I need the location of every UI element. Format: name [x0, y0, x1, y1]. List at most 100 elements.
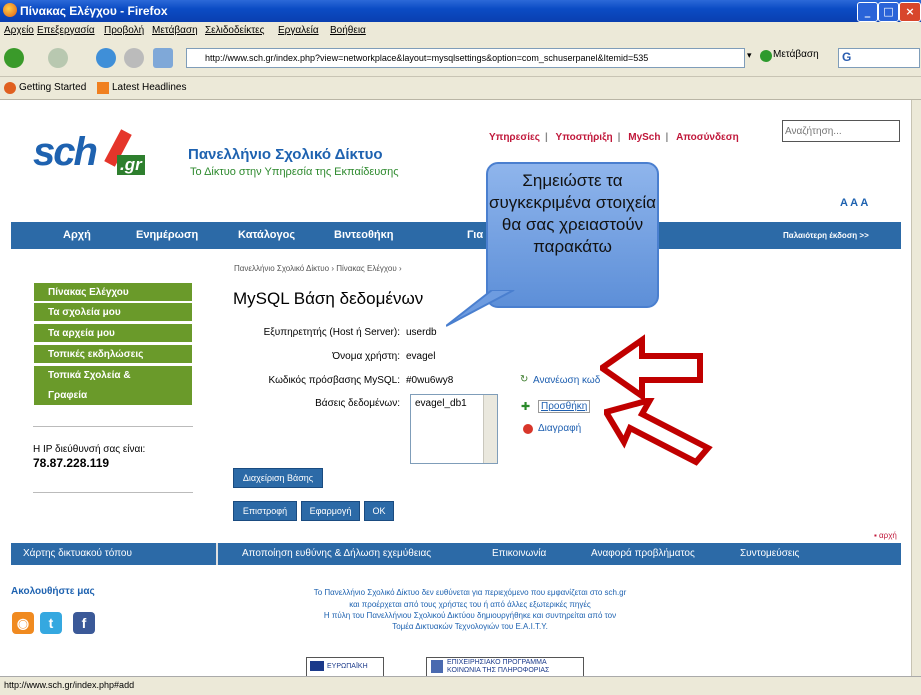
- close-icon[interactable]: ×: [899, 2, 921, 22]
- footer-nav: Χάρτης δικτυακού τόπου Αποποίηση ευθύνης…: [11, 543, 901, 565]
- browser-search-input[interactable]: G: [838, 48, 920, 68]
- forward-icon[interactable]: [48, 48, 68, 68]
- go-icon[interactable]: [760, 50, 772, 62]
- apply-button[interactable]: Εφαρμογή: [301, 501, 360, 521]
- footer-disclaimer-link[interactable]: Αποποίηση ευθύνης & Δήλωση εχεμύθειας: [242, 548, 431, 559]
- bookmark-latest-headlines[interactable]: Latest Headlines: [112, 82, 187, 93]
- window-title: Πίνακας Ελέγχου - Firefox: [20, 4, 168, 18]
- footer-divider: [216, 543, 218, 565]
- top-links: Υπηρεσίες | Υποστήριξη | MySch | Αποσύνδεση: [489, 132, 739, 143]
- menu-go[interactable]: Μετάβαση: [152, 25, 198, 36]
- program-label-1: ΕΠΙΧΕΙΡΗΣΙΑΚΟ ΠΡΟΓΡΑΜΜΑ: [447, 659, 547, 666]
- font-size-controls[interactable]: A A A: [840, 197, 868, 209]
- bookmark-getting-started[interactable]: Getting Started: [19, 82, 86, 93]
- menu-view[interactable]: Προβολή: [104, 25, 144, 36]
- listbox-scrollbar[interactable]: [483, 395, 497, 463]
- databases-label: Βάσεις δεδομένων:: [315, 398, 400, 409]
- menu-bookmarks[interactable]: Σελιδοδείκτες: [205, 25, 264, 36]
- sidebar-item-my-schools[interactable]: Τα σχολεία μου: [34, 303, 192, 322]
- back-button[interactable]: Επιστροφή: [233, 501, 297, 521]
- program-label-2: ΚΟΙΝΩΝΙΑ ΤΗΣ ΠΛΗΡΟΦΟΡΙΑΣ: [447, 667, 550, 674]
- nav-about[interactable]: Για: [467, 229, 483, 241]
- footer-contact-link[interactable]: Επικοινωνία: [492, 548, 546, 559]
- manage-database-button[interactable]: Διαχείριση Βάσης: [233, 468, 323, 488]
- footer-shortcuts-link[interactable]: Συντομεύσεις: [740, 548, 799, 559]
- facebook-icon[interactable]: f: [73, 612, 95, 634]
- minimize-icon[interactable]: _: [857, 2, 878, 22]
- home-icon[interactable]: [153, 48, 173, 68]
- disclaimer-line: και προέρχεται από τους χρήστες του ή απ…: [349, 600, 591, 609]
- reload-icon[interactable]: [96, 48, 116, 68]
- main-navigation: Αρχή Ενημέρωση Κατάλογος Βιντεοθήκη Για …: [11, 222, 901, 249]
- web-page: sch .gr Πανελλήνιο Σχολικό Δίκτυο Το Δίκ…: [0, 100, 911, 676]
- callout-text: Σημειώστε τα συγκεκριμένα στοιχεία θα σα…: [488, 171, 657, 256]
- sidebar-divider: [33, 426, 193, 427]
- rss-icon[interactable]: ◉: [12, 612, 34, 634]
- follow-us-label: Ακολουθήστε μας: [11, 586, 95, 597]
- menu-edit[interactable]: Επεξεργασία: [37, 25, 95, 36]
- nav-videos[interactable]: Βιντεοθήκη: [334, 229, 394, 241]
- link-services[interactable]: Υπηρεσίες: [489, 132, 540, 143]
- google-icon: G: [842, 50, 852, 64]
- refresh-password-link[interactable]: Ανανέωση κωδ: [533, 375, 600, 386]
- refresh-icon: ↻: [520, 374, 529, 385]
- link-mysch[interactable]: MySch: [628, 132, 660, 143]
- delete-database-link[interactable]: Διαγραφή: [538, 423, 581, 434]
- footer-sitemap-link[interactable]: Χάρτης δικτυακού τόπου: [23, 548, 132, 559]
- eu-logo[interactable]: ΕΥΡΩΠΑΪΚΗ ΕΝΩΣΗ: [306, 657, 384, 676]
- site-search-input[interactable]: [782, 120, 900, 142]
- program-logo[interactable]: ΕΠΙΧΕΙΡΗΣΙΑΚΟ ΠΡΟΓΡΑΜΜΑ ΚΟΙΝΩΝΙΑ ΤΗΣ ΠΛΗ…: [426, 657, 584, 676]
- ok-button[interactable]: OK: [364, 501, 394, 521]
- twitter-icon[interactable]: t: [40, 612, 62, 634]
- ip-value: 78.87.228.119: [33, 456, 110, 470]
- nav-news[interactable]: Ενημέρωση: [136, 229, 198, 241]
- add-database-link[interactable]: Προσθήκη: [538, 400, 591, 413]
- host-value: userdb: [406, 327, 437, 338]
- url-dropdown-icon[interactable]: ▾: [747, 51, 752, 61]
- site-logo[interactable]: sch: [33, 130, 98, 175]
- database-option[interactable]: evagel_db1: [415, 398, 467, 409]
- menu-file[interactable]: Αρχείο: [4, 25, 34, 36]
- add-icon: ✚: [521, 400, 531, 413]
- go-button[interactable]: Μετάβαση: [773, 49, 819, 60]
- back-icon[interactable]: [4, 48, 24, 68]
- nav-old-version[interactable]: Παλαιότερη έκδοση >>: [783, 231, 869, 240]
- sidebar-divider: [33, 492, 193, 493]
- sidebar-item-my-files[interactable]: Τα αρχεία μου: [34, 324, 192, 343]
- sidebar-item-control-panel[interactable]: Πίνακας Ελέγχου: [34, 283, 192, 302]
- sidebar-item-local-events[interactable]: Τοπικές εκδηλώσεις: [34, 345, 192, 364]
- status-bar: http://www.sch.gr/index.php#add: [0, 676, 921, 695]
- callout-note: Σημειώστε τα συγκεκριμένα στοιχεία θα σα…: [486, 162, 659, 308]
- menu-tools[interactable]: Εργαλεία: [278, 25, 319, 36]
- link-logout[interactable]: Αποσύνδεση: [676, 132, 739, 143]
- stop-icon[interactable]: [124, 48, 144, 68]
- red-arrow-icon: [604, 398, 713, 466]
- disclaimer-link[interactable]: Τομέα Δικτυακών Τεχνολογιών του Ε.Α.Ι.Τ.…: [220, 622, 720, 631]
- rss-icon: [97, 82, 109, 94]
- program-logo-icon: [431, 660, 443, 673]
- password-value: #0wu6wy8: [406, 375, 454, 386]
- back-to-top-link[interactable]: ▪ αρχή: [874, 531, 897, 540]
- url-bar[interactable]: http://www.sch.gr/index.php?view=network…: [186, 48, 745, 68]
- disclaimer-line: Το Πανελλήνιο Σχολικό Δίκτυο δεν ευθύνετ…: [313, 588, 627, 597]
- page-scrollbar[interactable]: [911, 100, 921, 676]
- callout-pointer: [446, 290, 515, 327]
- menu-bar: Αρχείο Επεξεργασία Προβολή Μετάβαση Σελι…: [0, 22, 921, 40]
- nav-catalog[interactable]: Κατάλογος: [238, 229, 295, 241]
- link-support[interactable]: Υποστήριξη: [556, 132, 613, 143]
- nav-home[interactable]: Αρχή: [63, 229, 91, 241]
- page-title: MySQL Βάση δεδομένων: [233, 289, 424, 308]
- databases-listbox[interactable]: evagel_db1: [410, 394, 498, 464]
- username-value: evagel: [406, 351, 436, 362]
- sidebar-item-local-schools[interactable]: Τοπικά Σχολεία & Γραφεία: [34, 366, 192, 406]
- maximize-icon[interactable]: □: [878, 2, 899, 22]
- password-label: Κωδικός πρόσβασης MySQL:: [268, 375, 400, 386]
- navigation-toolbar: http://www.sch.gr/index.php?view=network…: [0, 40, 921, 77]
- footer-report-link[interactable]: Αναφορά προβλήματος: [591, 548, 695, 559]
- site-logo-suffix: .gr: [117, 155, 145, 175]
- username-label: Όνομα χρήστη:: [332, 351, 400, 362]
- bookmarks-toolbar: Getting Started Latest Headlines: [0, 77, 921, 100]
- breadcrumb[interactable]: Πανελλήνιο Σχολικό Δίκτυο › Πίνακας Ελέγ…: [234, 264, 402, 273]
- menu-help[interactable]: Βοήθεια: [330, 25, 366, 36]
- window-title-bar: Πίνακας Ελέγχου - Firefox _ □ ×: [0, 0, 921, 22]
